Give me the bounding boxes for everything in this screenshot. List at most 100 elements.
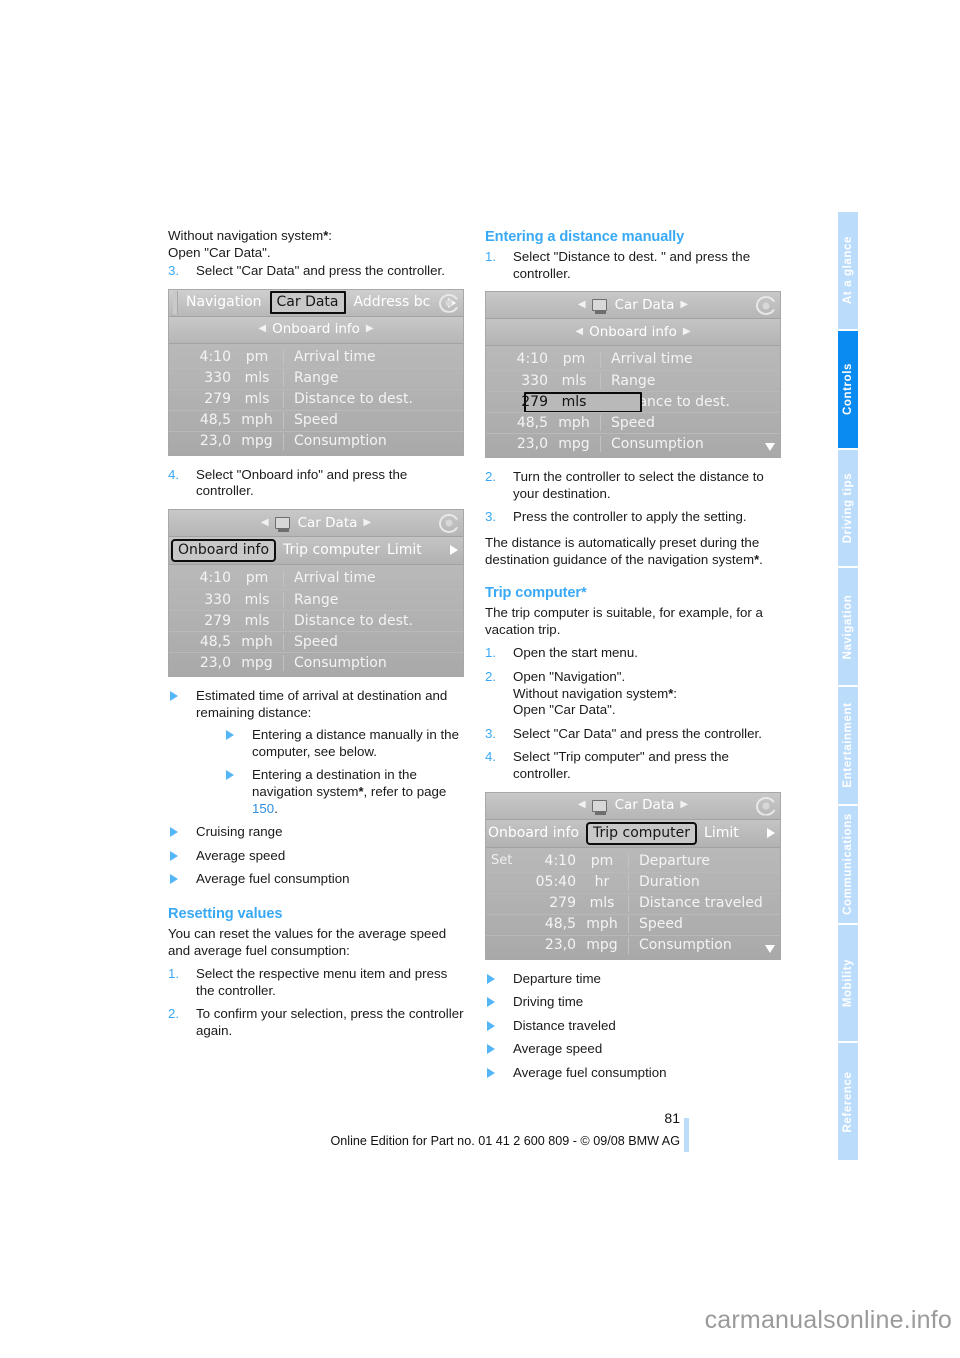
nested-bullet-list: Entering a distance manually in the comp…: [196, 727, 464, 817]
menu-item-car-data-selected[interactable]: Car Data: [269, 291, 346, 315]
row-label: Consumption: [628, 937, 780, 954]
table-row-selected[interactable]: 279 mls Distance to dest.: [486, 391, 780, 414]
idrive-screenshot-main-menu: Navigation Car Data Address bc ◀ Onboard…: [168, 288, 464, 456]
table-row[interactable]: 23,0 mpg Consumption: [169, 651, 463, 673]
arrow-right-icon[interactable]: ▶: [366, 321, 374, 338]
scroll-down-icon[interactable]: [765, 443, 775, 452]
idrive-tab-onboard-info[interactable]: Onboard info: [488, 825, 579, 842]
controller-icon: [439, 293, 459, 313]
resetting-intro: You can reset the values for the average…: [168, 925, 447, 958]
table-row[interactable]: 330 mls Range: [169, 367, 463, 389]
arrow-right-icon[interactable]: ▶: [680, 297, 688, 314]
table-row[interactable]: 4:10 pm Arrival time: [486, 349, 780, 370]
table-row[interactable]: 4:10 pm Arrival time: [169, 347, 463, 368]
idrive-tab-trip-computer[interactable]: Trip computer: [283, 542, 380, 559]
table-row[interactable]: 05:40 hr Duration: [486, 871, 780, 893]
triangle-bullet-icon: [487, 1044, 495, 1055]
footer-accent-bar: [684, 1118, 689, 1152]
idrive-tab-limit[interactable]: Limit: [387, 542, 422, 559]
menu-item-navigation[interactable]: Navigation: [186, 294, 262, 311]
step-text: Open the start menu.: [513, 645, 638, 661]
sidebar-tab-label: Entertainment: [842, 702, 854, 788]
chapter-tab-strip: At a glance Controls Driving tips Naviga…: [838, 212, 858, 1160]
sidebar-tab-at-a-glance[interactable]: At a glance: [838, 212, 858, 329]
arrow-right-icon[interactable]: ▶: [683, 324, 691, 341]
table-row[interactable]: 330 mls Range: [169, 588, 463, 610]
row-unit: pm: [590, 852, 614, 869]
table-row[interactable]: 279 mls Distance to dest.: [169, 388, 463, 410]
sidebar-tab-mobility[interactable]: Mobility: [838, 924, 858, 1042]
idrive-tab-limit[interactable]: Limit: [704, 825, 739, 842]
sidebar-tab-controls[interactable]: Controls: [838, 330, 858, 448]
row-label: Distance traveled: [628, 895, 780, 912]
idrive-tab-onboard-info-selected[interactable]: Onboard info: [171, 538, 277, 562]
idrive-data-table: Set 4:10 pm Departure 05:40 hr Duration …: [486, 847, 780, 959]
table-row[interactable]: 23,0 mpg Consumption: [486, 433, 780, 454]
table-row[interactable]: 330 mls Range: [486, 370, 780, 391]
step-number: 3.: [485, 509, 497, 525]
table-row[interactable]: 23,0 mpg Consumption: [169, 430, 463, 452]
sidebar-tab-entertainment[interactable]: Entertainment: [838, 687, 858, 804]
heading-asterisk: *: [581, 585, 587, 602]
table-row[interactable]: 279 mls Distance to dest.: [169, 609, 463, 631]
trip-computer-bullet-list: Departure time Driving time Distance tra…: [485, 971, 781, 1082]
idrive-tab-row: Onboard info Trip computer Limit: [486, 819, 780, 848]
menu-item-address-book[interactable]: Address bc: [354, 294, 431, 311]
row-value: 279: [204, 612, 231, 629]
step-number: 3.: [168, 263, 180, 279]
arrow-left-icon[interactable]: ◀: [575, 324, 583, 341]
idrive-screenshot-distance-highlight: ◀ Car Data ▶ ◀ Onboard info ▶ 4:10 pm Ar…: [485, 291, 781, 459]
table-row[interactable]: 48,5 mph Speed: [486, 913, 780, 935]
step-text: Select "Distance to dest. " and press th…: [513, 249, 751, 281]
sidebar-tab-label: Driving tips: [842, 472, 854, 544]
arrow-left-icon[interactable]: ◀: [261, 515, 269, 532]
row-label: Arrival time: [283, 348, 463, 366]
sidebar-tab-label: Controls: [842, 363, 854, 416]
page-reference-link[interactable]: 150: [252, 801, 274, 816]
row-label: Speed: [628, 916, 780, 933]
row-label: Departure: [628, 852, 780, 870]
sidebar-tab-driving-tips[interactable]: Driving tips: [838, 449, 858, 567]
intro-paragraph: Without navigation system*: Open "Car Da…: [168, 228, 332, 260]
bullet-text: Departure time: [513, 970, 601, 986]
table-row[interactable]: Set 4:10 pm Departure: [486, 851, 780, 872]
bullet-text: Average speed: [196, 847, 286, 863]
idrive-tab-more-arrow[interactable]: [450, 545, 461, 556]
arrow-right-icon: [767, 828, 775, 838]
table-row[interactable]: 279 mls Distance traveled: [486, 892, 780, 914]
arrow-left-icon[interactable]: ◀: [578, 297, 586, 314]
row-set-label: Set: [491, 852, 513, 868]
table-row[interactable]: 4:10 pm Arrival time: [169, 568, 463, 589]
table-row[interactable]: 48,5 mph Speed: [169, 409, 463, 431]
list-item: Driving time: [485, 994, 781, 1011]
sidebar-tab-reference[interactable]: Reference: [838, 1043, 858, 1160]
scroll-down-icon[interactable]: [765, 944, 775, 953]
idrive-data-table: 4:10 pm Arrival time 330 mls Range 279 m…: [169, 564, 463, 676]
monitor-icon: [274, 516, 290, 532]
table-row[interactable]: 23,0 mpg Consumption: [486, 934, 780, 956]
sidebar-tab-communications[interactable]: Communications: [838, 805, 858, 923]
note-text: The distance is automatically preset dur…: [485, 534, 760, 567]
arrow-left-icon[interactable]: ◀: [578, 797, 586, 814]
right-text-column: Entering a distance manually 1. Select "…: [485, 228, 781, 1090]
feature-bullet-list: Estimated time of arrival at destination…: [168, 688, 464, 888]
table-row[interactable]: 48,5 mph Speed: [486, 412, 780, 433]
list-item: Average fuel consumption: [168, 871, 464, 888]
idrive-tab-trip-computer-selected[interactable]: Trip computer: [586, 821, 698, 845]
idrive-tab-more-arrow[interactable]: [767, 828, 778, 838]
row-label: Speed: [283, 633, 463, 651]
step-text: Press the controller to apply the settin…: [513, 509, 747, 525]
row-unit: mpg: [586, 937, 618, 954]
table-row[interactable]: 48,5 mph Speed: [169, 630, 463, 652]
step-item: 2. To confirm your selection, press the …: [168, 1006, 464, 1039]
arrow-left-icon[interactable]: ◀: [258, 321, 266, 338]
sidebar-tab-navigation[interactable]: Navigation: [838, 568, 858, 685]
sidebar-tab-label: Navigation: [842, 594, 854, 660]
step-number: 2.: [168, 1006, 180, 1022]
row-unit: pm: [562, 351, 586, 368]
triangle-bullet-icon: [487, 1067, 495, 1078]
row-unit: pm: [245, 570, 269, 587]
arrow-right-icon[interactable]: ▶: [363, 515, 371, 532]
intro-line-1: Without navigation system: [168, 228, 324, 243]
arrow-right-icon[interactable]: ▶: [680, 797, 688, 814]
